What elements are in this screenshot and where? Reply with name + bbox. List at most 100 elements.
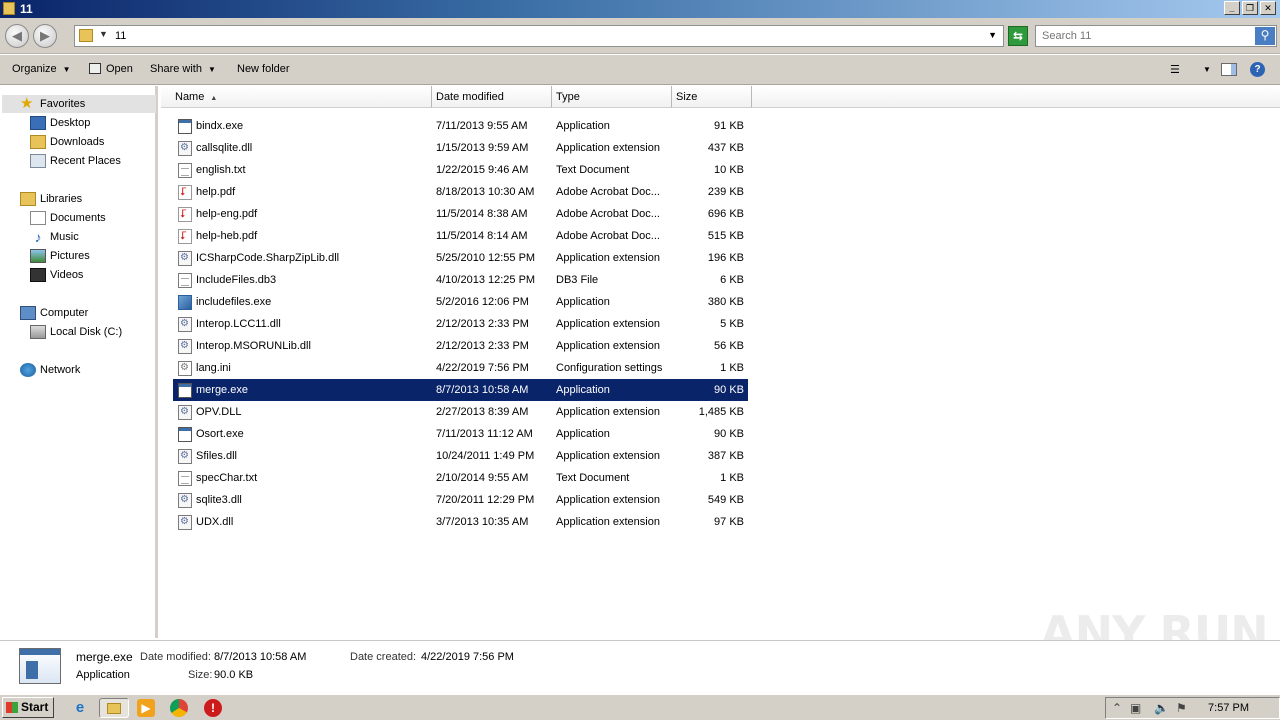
file-dll-icon xyxy=(178,137,192,159)
new-folder-button[interactable]: New folder xyxy=(237,63,290,75)
command-bar: Organize ▼ Open Share with ▼ New folder ☰ … xyxy=(0,55,1280,85)
file-row[interactable]: Sfiles.dll 10/24/2011 1:49 PM Application … xyxy=(173,445,748,467)
file-row[interactable]: merge.exe 8/7/2013 10:58 AM Application 90 … xyxy=(173,379,748,401)
share-with-button[interactable]: Share with ▼ xyxy=(150,63,216,75)
forward-button[interactable]: ▶ xyxy=(33,24,57,48)
file-name: merge.exe xyxy=(196,384,248,396)
action-center-flag-icon[interactable]: ⚑ xyxy=(1176,701,1187,715)
file-dll-icon xyxy=(178,247,192,269)
file-row[interactable]: UDX.dll 3/7/2013 10:35 AM Application exte… xyxy=(173,511,748,533)
search-icon[interactable]: ⚲ xyxy=(1255,27,1275,45)
file-row[interactable]: bindx.exe 7/11/2013 9:55 AM Application 91 … xyxy=(173,115,748,137)
refresh-icon[interactable]: ⇆ xyxy=(1008,26,1028,46)
file-row[interactable]: specChar.txt 2/10/2014 9:55 AM Text Docume… xyxy=(173,467,748,489)
opera-icon[interactable]: ! xyxy=(204,699,222,717)
file-row[interactable]: help.pdf 8/18/2013 10:30 AM Adobe Acrobat … xyxy=(173,181,748,203)
libraries-icon xyxy=(20,192,36,206)
preview-pane-icon[interactable] xyxy=(1221,63,1237,76)
nav-local-disk[interactable]: Local Disk (C:) xyxy=(30,323,122,341)
file-date: 5/25/2010 12:55 PM xyxy=(436,252,536,264)
column-header-name[interactable]: Name ▲ xyxy=(161,86,432,108)
file-row[interactable]: help-heb.pdf 11/5/2014 8:14 AM Adobe Acrob… xyxy=(173,225,748,247)
nav-favorites[interactable]: ★ Favorites xyxy=(2,95,156,113)
column-header-date[interactable]: Date modified xyxy=(432,86,552,108)
nav-network[interactable]: Network xyxy=(20,361,80,379)
file-row[interactable]: Osort.exe 7/11/2013 11:12 AM Application 90… xyxy=(173,423,748,445)
file-row[interactable]: help-eng.pdf 11/5/2014 8:38 AM Adobe Acrob… xyxy=(173,203,748,225)
clock[interactable]: 7:57 PM xyxy=(1208,702,1249,714)
start-button[interactable]: Start xyxy=(2,697,54,718)
show-hidden-icons-icon[interactable]: ⌃ xyxy=(1112,701,1122,715)
nav-favorites-label: Favorites xyxy=(40,98,86,110)
nav-videos[interactable]: Videos xyxy=(30,266,83,284)
open-label: Open xyxy=(106,63,133,75)
close-button[interactable]: ✕ xyxy=(1260,1,1276,15)
nav-computer[interactable]: Computer xyxy=(20,304,88,322)
internet-explorer-icon[interactable]: e xyxy=(70,698,90,718)
system-tray: ⌃ ▣ 🔈 ⚑ 7:57 PM xyxy=(1105,697,1280,719)
column-header-date-label: Date modified xyxy=(436,91,504,103)
file-row[interactable]: includefiles.exe 5/2/2016 12:06 PM Applica… xyxy=(173,291,748,313)
file-type: Application extension xyxy=(556,494,660,506)
file-row[interactable]: sqlite3.dll 7/20/2011 12:29 PM Application… xyxy=(173,489,748,511)
details-pane: merge.exe Date modified: 8/7/2013 10:58 … xyxy=(0,640,1280,692)
open-button[interactable]: Open xyxy=(89,63,133,75)
nav-documents-label: Documents xyxy=(50,212,106,224)
file-name: Sfiles.dll xyxy=(196,450,237,462)
change-view-icon[interactable]: ☰ xyxy=(1170,63,1186,76)
column-header-size[interactable]: Size xyxy=(672,86,752,108)
search-box: ⚲ xyxy=(1035,25,1277,47)
nav-downloads[interactable]: Downloads xyxy=(30,133,104,151)
nav-pictures[interactable]: Pictures xyxy=(30,247,90,265)
hard-disk-icon xyxy=(30,325,46,339)
file-row[interactable]: callsqlite.dll 1/15/2013 9:59 AM Applicati… xyxy=(173,137,748,159)
nav-music-label: Music xyxy=(50,231,79,243)
nav-desktop-label: Desktop xyxy=(50,117,91,129)
breadcrumb[interactable]: 11 xyxy=(115,30,126,42)
file-date: 7/11/2013 9:55 AM xyxy=(436,120,528,132)
file-row[interactable]: ICSharpCode.SharpZipLib.dll 5/25/2010 12:… xyxy=(173,247,748,269)
file-type: Adobe Acrobat Doc... xyxy=(556,230,660,242)
file-type: DB3 File xyxy=(556,274,599,286)
back-button[interactable]: ◀ xyxy=(5,24,29,48)
restore-button[interactable]: ❐ xyxy=(1242,1,1258,15)
search-input[interactable] xyxy=(1036,26,1254,46)
file-type: Application xyxy=(556,296,610,308)
explorer-taskbar-button[interactable] xyxy=(99,698,129,718)
file-pdf-icon xyxy=(178,225,192,247)
file-row[interactable]: english.txt 1/22/2015 9:46 AM Text Documen… xyxy=(173,159,748,181)
nav-desktop[interactable]: Desktop xyxy=(30,114,90,132)
file-type: Text Document xyxy=(556,164,630,176)
file-date: 2/12/2013 2:33 PM xyxy=(436,340,529,352)
address-bar[interactable]: ▼ 11 ▼ xyxy=(74,25,1004,47)
file-row[interactable]: IncludeFiles.db3 4/10/2013 12:25 PM DB3 Fi… xyxy=(173,269,748,291)
file-size: 1 KB xyxy=(720,472,744,484)
file-type: Application extension xyxy=(556,252,660,264)
volume-icon[interactable]: 🔈 xyxy=(1154,701,1169,715)
file-row[interactable]: OPV.DLL 2/27/2013 8:39 AM Application exte… xyxy=(173,401,748,423)
application-icon xyxy=(19,648,61,684)
column-header-type[interactable]: Type xyxy=(552,86,672,108)
nav-documents[interactable]: Documents xyxy=(30,209,106,227)
help-icon[interactable]: ? xyxy=(1250,62,1265,77)
network-status-icon[interactable]: ▣ xyxy=(1130,701,1141,715)
file-row[interactable]: Interop.MSORUNLib.dll 2/12/2013 2:33 PM Ap… xyxy=(173,335,748,357)
minimize-button[interactable]: _ xyxy=(1224,1,1240,15)
chevron-down-icon[interactable]: ▼ xyxy=(988,30,997,40)
chrome-icon[interactable] xyxy=(170,699,188,717)
nav-libraries[interactable]: Libraries xyxy=(20,190,82,208)
downloads-icon xyxy=(30,135,46,149)
file-row[interactable]: Interop.LCC11.dll 2/12/2013 2:33 PM Applic… xyxy=(173,313,748,335)
nav-recent-places[interactable]: Recent Places xyxy=(30,152,121,170)
media-player-icon[interactable]: ▶ xyxy=(137,699,155,717)
breadcrumb-chevron-icon[interactable]: ▼ xyxy=(99,29,108,39)
nav-music[interactable]: ♪ Music xyxy=(30,228,79,246)
file-dll-icon xyxy=(178,511,192,533)
window-title: 11 xyxy=(20,2,33,16)
start-label: Start xyxy=(21,700,49,714)
file-name: specChar.txt xyxy=(196,472,258,484)
view-options-button[interactable]: ▼ xyxy=(1197,63,1211,75)
file-row[interactable]: lang.ini 4/22/2019 7:56 PM Configuration s… xyxy=(173,357,748,379)
column-header-size-label: Size xyxy=(676,91,698,103)
organize-button[interactable]: Organize ▼ xyxy=(12,63,71,75)
